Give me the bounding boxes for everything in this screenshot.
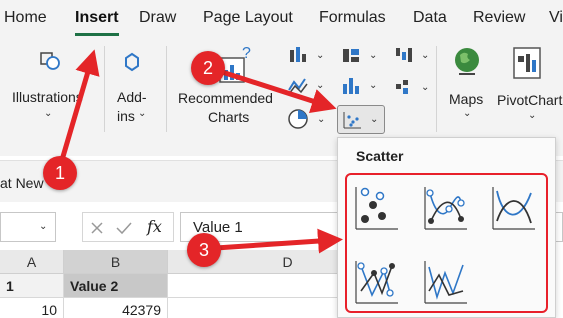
- callout-badge-1: 1: [43, 156, 77, 190]
- arrow-to-scatter-button: [221, 69, 337, 114]
- callout-badge-2: 2: [191, 51, 225, 85]
- callout-badge-3: 3: [187, 233, 221, 267]
- arrow-to-scatter-options: [215, 228, 343, 254]
- arrow-to-insert-tab: [59, 49, 100, 161]
- callout-arrows: [59, 49, 343, 254]
